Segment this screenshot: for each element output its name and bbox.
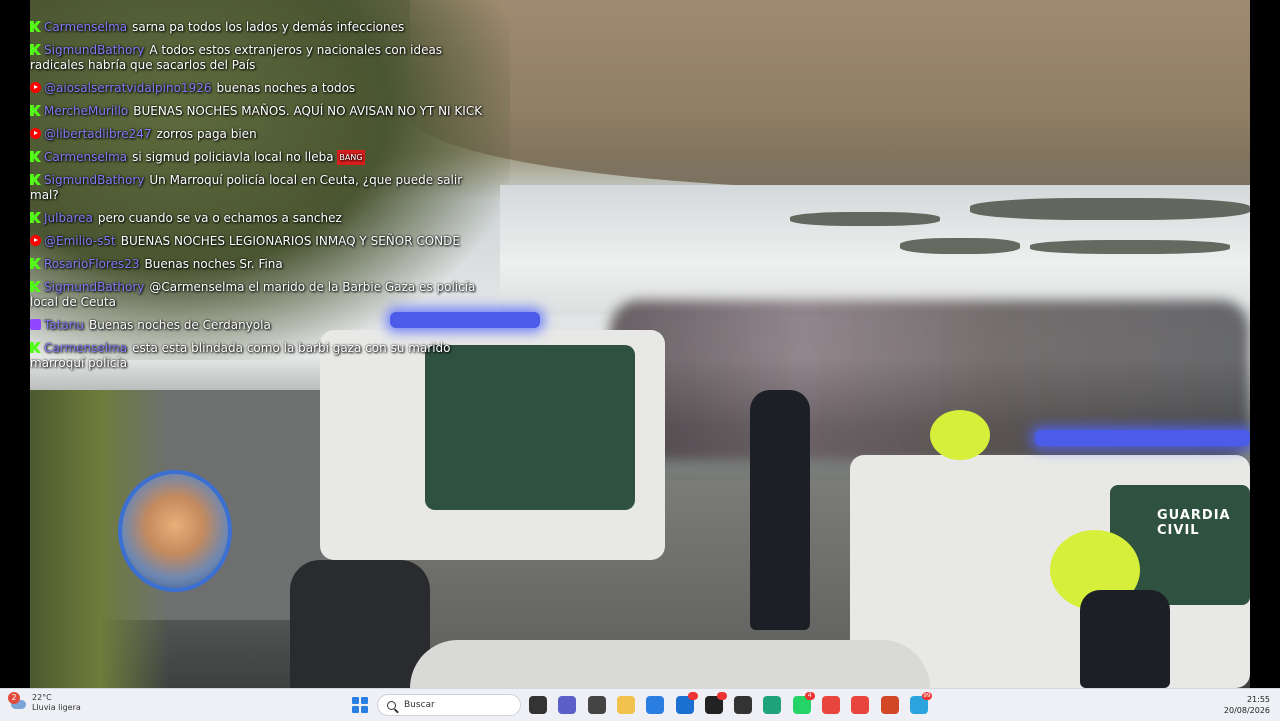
chat-message: Carmenselma si sigmud policiavla local no… (30, 150, 490, 165)
chat-message: RosarioFlores23 Buenas noches Sr. Fina (30, 257, 490, 272)
chat-username[interactable]: SigmundBathory (44, 43, 144, 57)
youtube-icon (30, 82, 41, 93)
vehicle-text: GUARDIA CIVIL (1157, 508, 1231, 538)
chat-text: pero cuando se va o echamos a sanchez (97, 211, 342, 225)
task-view-icon[interactable] (529, 696, 547, 714)
hillside (410, 0, 1250, 190)
motorcycle (290, 560, 430, 688)
start-button[interactable] (352, 697, 368, 713)
chat-username[interactable]: SigmundBathory (44, 280, 144, 294)
kick-icon (30, 212, 41, 223)
weather-desc: Lluvia ligera (32, 703, 81, 712)
chat-message: SigmundBathory A todos estos extranjeros … (30, 43, 490, 73)
webcam-overlay (118, 470, 232, 592)
chat-text: buenas noches a todos (216, 81, 356, 95)
unity-icon[interactable] (734, 696, 753, 714)
alert-badge: 2 (8, 692, 20, 704)
telegram-icon[interactable]: 99 (909, 692, 932, 714)
system-clock[interactable]: 21:55 20/08/2026 (1224, 694, 1270, 716)
chat-message: @Emilio-s5t BUENAS NOCHES LEGIONARIOS INM… (30, 234, 490, 249)
clock-date: 20/08/2026 (1223, 706, 1270, 715)
chat-message: SigmundBathory @Carmenselma el marido de … (30, 280, 490, 310)
chat-text: BUENAS NOCHES LEGIONARIOS INMAQ Y SEÑOR … (120, 234, 460, 248)
search-box[interactable]: Buscar (377, 694, 521, 716)
chat-username[interactable]: Carmenselma (44, 20, 127, 34)
chat-message: Carmenselma sarna pa todos los lados y de… (30, 20, 490, 35)
taskbar: 2 22°C Lluvia ligera Buscar 4 99 21:55 20… (0, 688, 1280, 721)
clock-time: 21:55 (1246, 695, 1270, 704)
chat-message: @libertadlibre247 zorros paga bien (30, 127, 490, 142)
chat-username[interactable]: @Emilio-s5t (44, 234, 116, 248)
chat-text: zorros paga bien (156, 127, 257, 141)
rock (900, 238, 1020, 254)
chat-username[interactable]: Julbarea (44, 211, 93, 225)
store-icon[interactable] (646, 696, 665, 714)
chrome-profile-icon[interactable] (851, 696, 870, 714)
chrome-icon[interactable] (822, 696, 840, 714)
chat-username[interactable]: MercheMurillo (44, 104, 128, 118)
twitch-icon (30, 319, 41, 330)
chat-message: Tatanu Buenas noches de Cerdanyola (30, 318, 490, 333)
officer (750, 390, 810, 630)
chat-text: Buenas noches de Cerdanyola (88, 318, 271, 332)
weather-icon: 2 (8, 692, 28, 712)
chat-text: si sigmud policiavla local no lleba (132, 150, 334, 164)
chat-emote: BANG (337, 150, 365, 165)
chat-username[interactable]: Tatanu (44, 318, 84, 332)
officer (1080, 590, 1170, 688)
weather-temp: 22°C (32, 693, 52, 702)
chat-username[interactable]: Carmenselma (44, 150, 127, 164)
chat-username[interactable]: @libertadlibre247 (44, 127, 152, 141)
kick-icon (30, 21, 41, 32)
vehicle-hood (410, 640, 930, 688)
obs-icon[interactable] (704, 692, 727, 714)
chat-message: MercheMurillo BUENAS NOCHES MAÑOS. AQUÍ N… (30, 104, 490, 119)
kick-icon (30, 174, 41, 185)
kick-icon (30, 281, 41, 292)
chat-username[interactable]: SigmundBathory (44, 173, 144, 187)
kick-icon (30, 105, 41, 116)
notification-badge: 4 (804, 692, 815, 700)
whatsapp-icon[interactable]: 4 (792, 692, 815, 714)
safety-vest (930, 410, 990, 460)
youtube-icon (30, 128, 41, 139)
kick-icon (30, 342, 41, 353)
chat-text: sarna pa todos los lados y demás infecci… (132, 20, 405, 34)
chat-text: Buenas noches Sr. Fina (144, 257, 283, 271)
rock (1030, 240, 1230, 254)
notification-badge (687, 692, 698, 700)
kick-icon (30, 151, 41, 162)
kick-icon (30, 44, 41, 55)
file-explorer-icon[interactable] (616, 696, 635, 714)
weather-widget[interactable]: 2 22°C Lluvia ligera (8, 692, 81, 713)
teams-icon[interactable] (558, 696, 577, 714)
chat-message: SigmundBathory Un Marroquí policía local … (30, 173, 490, 203)
chat-username[interactable]: @aiosalserratvidalpino1926 (44, 81, 212, 95)
chat-message: Julbarea pero cuando se va o echamos a sa… (30, 211, 490, 226)
kick-icon (30, 258, 41, 269)
powerpoint-icon[interactable] (880, 696, 899, 714)
siren-light (1035, 430, 1250, 446)
chat-username[interactable]: Carmenselma (44, 341, 127, 355)
chat-message: Carmenselma esta esta blindada como la ba… (30, 341, 490, 371)
edge-icon[interactable] (763, 696, 782, 714)
search-placeholder: Buscar (404, 700, 435, 710)
chat-text: BUENAS NOCHES MAÑOS. AQUÍ NO AVISAN NO Y… (133, 104, 483, 118)
chat-message: @aiosalserratvidalpino1926 buenas noches … (30, 81, 490, 96)
chat-username[interactable]: RosarioFlores23 (44, 257, 140, 271)
app-icon[interactable] (587, 696, 606, 714)
outlook-icon[interactable] (675, 692, 698, 714)
rock (970, 198, 1250, 220)
notification-badge: 99 (921, 692, 932, 700)
live-chat-overlay: Carmenselma sarna pa todos los lados y de… (30, 20, 490, 379)
rock (790, 212, 940, 226)
notification-badge (716, 692, 727, 700)
youtube-icon (30, 235, 41, 246)
search-icon (387, 700, 396, 710)
